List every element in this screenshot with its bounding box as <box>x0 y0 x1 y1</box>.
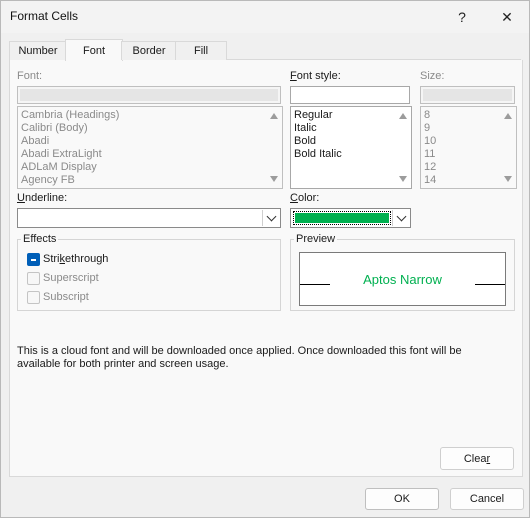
underline-label: Underline: <box>17 192 68 204</box>
size-label: Size: <box>420 70 445 82</box>
cancel-button[interactable]: Cancel <box>450 488 524 510</box>
size-list-item[interactable]: 12 <box>424 161 436 174</box>
font-list-item[interactable]: Agency FB <box>21 174 75 187</box>
cloud-font-info-line2: available for both printer and screen us… <box>17 358 229 370</box>
strikethrough-checkbox[interactable] <box>27 253 40 266</box>
underline-dropdown[interactable] <box>17 208 281 228</box>
scroll-up-icon[interactable] <box>399 113 407 119</box>
tab-font[interactable]: Font <box>65 39 123 61</box>
scroll-down-icon[interactable] <box>399 176 407 182</box>
font-list-scrollbar[interactable] <box>267 108 281 187</box>
format-cells-dialog: Format Cells ? ✕ Number Font Border Fill… <box>0 0 530 518</box>
color-focus-ring <box>293 211 391 225</box>
font-input-value <box>20 89 278 101</box>
font-style-item-bold-italic[interactable]: Bold Italic <box>294 148 342 161</box>
superscript-checkbox[interactable] <box>27 272 40 285</box>
color-swatch <box>295 213 389 223</box>
font-list-item[interactable]: Abadi ExtraLight <box>21 148 102 161</box>
color-dropdown-button[interactable] <box>392 210 409 226</box>
effects-title: Effects <box>21 233 59 245</box>
font-list-item[interactable]: Cambria (Headings) <box>21 109 119 122</box>
scroll-up-icon[interactable] <box>270 113 278 119</box>
size-list-item[interactable]: 11 <box>424 148 435 161</box>
font-style-input[interactable] <box>290 86 410 104</box>
font-list-item[interactable]: Calibri (Body) <box>21 122 88 135</box>
size-list-scrollbar[interactable] <box>501 108 515 187</box>
font-style-list[interactable]: Regular Italic Bold Bold Italic <box>290 106 412 189</box>
underline-dropdown-button[interactable] <box>262 210 279 226</box>
subscript-checkbox[interactable] <box>27 291 40 304</box>
color-dropdown[interactable] <box>290 208 411 228</box>
size-list-item[interactable]: 9 <box>424 122 430 135</box>
size-list-item[interactable]: 14 <box>424 174 436 187</box>
font-style-item-regular[interactable]: Regular <box>294 109 333 122</box>
close-icon: ✕ <box>501 8 513 25</box>
font-list-item[interactable]: Abadi <box>21 135 49 148</box>
color-label: Color: <box>290 192 320 204</box>
ok-button[interactable]: OK <box>365 488 439 510</box>
chevron-down-icon <box>396 211 406 222</box>
superscript-label[interactable]: Superscript <box>43 272 99 284</box>
font-style-label: Font style: <box>290 70 341 82</box>
size-list[interactable]: 8 9 10 11 12 14 <box>420 106 517 189</box>
scroll-down-icon[interactable] <box>504 176 512 182</box>
tab-border[interactable]: Border <box>121 41 177 60</box>
strikethrough-label[interactable]: Strikethrough <box>43 253 108 265</box>
help-icon: ? <box>458 9 466 25</box>
font-style-item-bold[interactable]: Bold <box>294 135 316 148</box>
font-label: Font: <box>17 70 43 82</box>
font-list[interactable]: Cambria (Headings) Calibri (Body) Abadi … <box>17 106 283 189</box>
subscript-label[interactable]: Subscript <box>43 291 89 303</box>
size-input-value <box>423 89 512 101</box>
tab-number[interactable]: Number <box>9 41 67 60</box>
scroll-down-icon[interactable] <box>270 176 278 182</box>
font-input[interactable] <box>17 86 281 104</box>
size-list-item[interactable]: 8 <box>424 109 430 122</box>
font-list-item[interactable]: ADLaM Display <box>21 161 97 174</box>
scroll-up-icon[interactable] <box>504 113 512 119</box>
clear-button[interactable]: Clea r <box>440 447 514 470</box>
font-style-item-italic[interactable]: Italic <box>294 122 317 135</box>
chevron-down-icon <box>266 211 276 222</box>
help-button[interactable]: ? <box>442 5 482 29</box>
preview-title: Preview <box>294 233 338 245</box>
preview-box: Aptos Narrow <box>299 252 506 306</box>
size-input[interactable] <box>420 86 515 104</box>
preview-text: Aptos Narrow <box>363 272 442 287</box>
dialog-title: Format Cells <box>10 9 79 23</box>
tab-fill[interactable]: Fill <box>175 41 227 60</box>
size-list-item[interactable]: 10 <box>424 135 436 148</box>
close-button[interactable]: ✕ <box>487 5 527 29</box>
font-style-scrollbar[interactable] <box>396 108 410 187</box>
cloud-font-info-line1: This is a cloud font and will be downloa… <box>17 345 462 357</box>
